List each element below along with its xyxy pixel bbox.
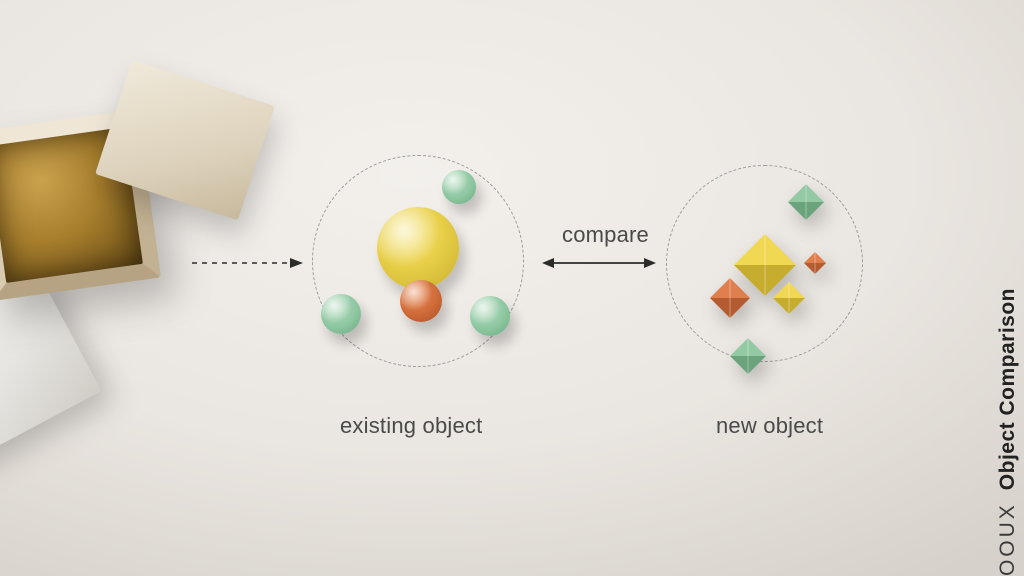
title-prefix: OOUX bbox=[996, 502, 1019, 576]
sphere-green-3 bbox=[470, 296, 510, 336]
sphere-orange-small bbox=[400, 280, 442, 322]
title-main: Object Comparison bbox=[996, 288, 1019, 490]
sphere-green-1 bbox=[321, 294, 361, 334]
existing-object-label: existing object bbox=[340, 413, 482, 439]
sphere-yellow-large bbox=[377, 207, 459, 289]
box-lid-white bbox=[0, 272, 101, 473]
diagram-canvas: compare existing object new object OOUXO… bbox=[0, 0, 1024, 576]
gem-green-bottom bbox=[730, 338, 766, 374]
gem-yellow-small bbox=[773, 282, 805, 314]
new-object-label: new object bbox=[716, 413, 823, 439]
page-title-vertical: OOUX Object Comparison bbox=[996, 288, 1020, 576]
compare-label: compare bbox=[562, 222, 649, 248]
gem-green-top bbox=[788, 184, 824, 220]
sphere-green-2 bbox=[442, 170, 476, 204]
open-box-group bbox=[0, 80, 220, 340]
gem-orange-medium bbox=[710, 278, 750, 318]
gem-orange-tiny bbox=[804, 252, 826, 274]
arrow-compare-icon bbox=[540, 256, 658, 270]
